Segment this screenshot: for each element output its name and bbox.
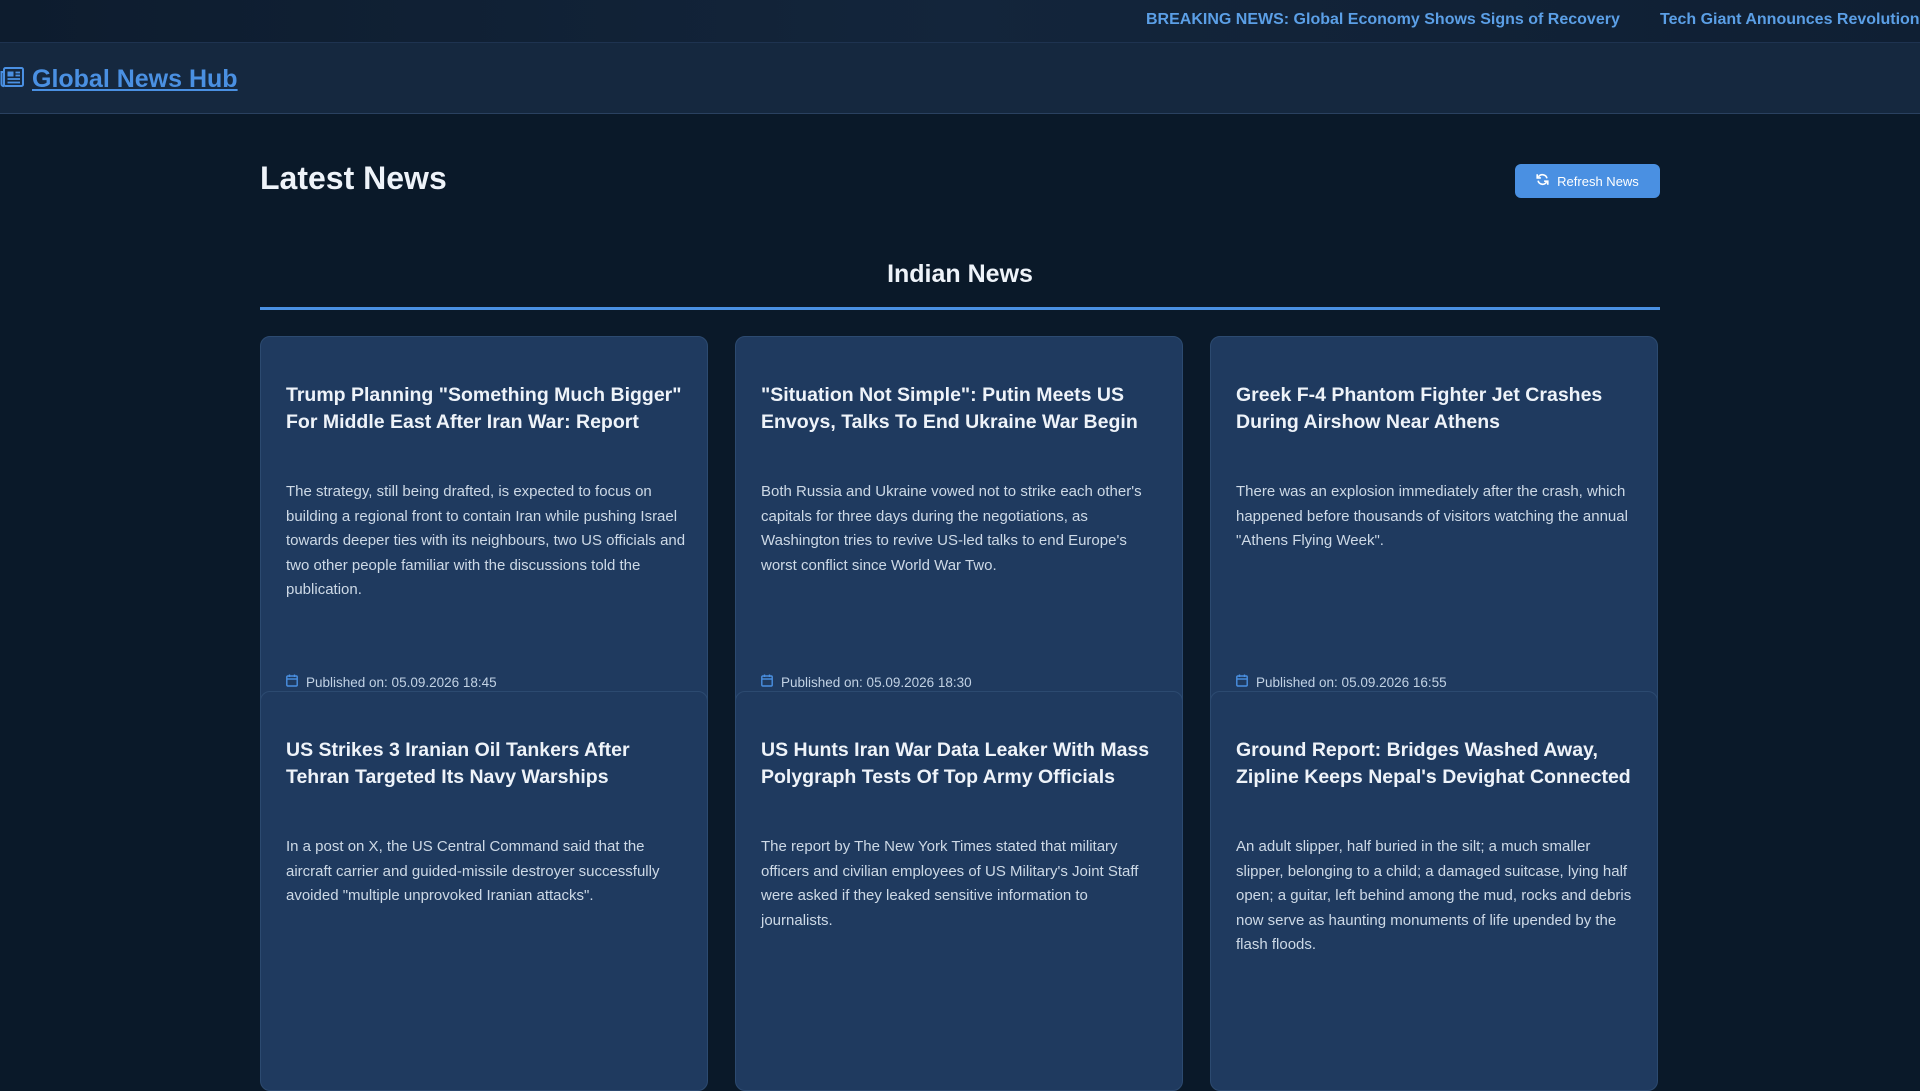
ticker-item[interactable]: Tech Giant Announces Revolution [1660, 11, 1920, 29]
published-date: Published on: 05.09.2026 16:55 [1236, 674, 1447, 690]
news-card[interactable]: US Hunts Iran War Data Leaker With Mass … [735, 691, 1183, 1091]
ticker-item[interactable]: BREAKING NEWS: Global Economy Shows Sign… [1146, 11, 1620, 29]
section-divider [260, 307, 1660, 310]
refresh-button-label: Refresh News [1557, 173, 1639, 189]
published-date: Published on: 05.09.2026 18:45 [286, 674, 497, 690]
calendar-icon [761, 674, 773, 690]
article-title[interactable]: Trump Planning "Something Much Bigger" F… [286, 382, 686, 436]
page-title: Latest News [260, 160, 447, 196]
brand-link[interactable]: Global News Hub [0, 63, 238, 95]
news-card[interactable]: US Strikes 3 Iranian Oil Tankers After T… [260, 691, 708, 1091]
published-date-text: Published on: 05.09.2026 18:30 [781, 674, 972, 690]
calendar-icon [1236, 674, 1248, 690]
section-title: Indian News [887, 260, 1033, 288]
article-description: Both Russia and Ukraine vowed not to str… [761, 483, 1142, 574]
article-description: There was an explosion immediately after… [1236, 483, 1628, 549]
article-description: An adult slipper, half buried in the sil… [1236, 838, 1632, 953]
published-date-text: Published on: 05.09.2026 18:45 [306, 674, 497, 690]
published-date: Published on: 05.09.2026 18:30 [761, 674, 972, 690]
article-description: The strategy, still being drafted, is ex… [286, 483, 686, 598]
published-date-text: Published on: 05.09.2026 16:55 [1256, 674, 1447, 690]
navbar: Global News Hub [0, 43, 1920, 114]
calendar-icon [286, 674, 298, 690]
news-card[interactable]: Greek F-4 Phantom Fighter Jet Crashes Du… [1210, 336, 1658, 736]
article-description: The report by The New York Times stated … [761, 838, 1139, 929]
news-card[interactable]: Ground Report: Bridges Washed Away, Zipl… [1210, 691, 1658, 1091]
article-title[interactable]: Greek F-4 Phantom Fighter Jet Crashes Du… [1236, 382, 1636, 436]
newspaper-icon [0, 66, 24, 93]
breaking-news-ticker: BREAKING NEWS: Global Economy Shows Sign… [0, 0, 1920, 43]
article-title[interactable]: US Strikes 3 Iranian Oil Tankers After T… [286, 737, 686, 791]
news-card[interactable]: Trump Planning "Something Much Bigger" F… [260, 336, 708, 736]
article-title[interactable]: "Situation Not Simple": Putin Meets US E… [761, 382, 1161, 436]
brand-title[interactable]: Global News Hub [32, 65, 238, 94]
article-title[interactable]: Ground Report: Bridges Washed Away, Zipl… [1236, 737, 1636, 791]
refresh-icon [1536, 173, 1549, 189]
article-description: In a post on X, the US Central Command s… [286, 838, 660, 904]
article-title[interactable]: US Hunts Iran War Data Leaker With Mass … [761, 737, 1161, 791]
news-card[interactable]: "Situation Not Simple": Putin Meets US E… [735, 336, 1183, 736]
refresh-news-button[interactable]: Refresh News [1515, 164, 1660, 198]
